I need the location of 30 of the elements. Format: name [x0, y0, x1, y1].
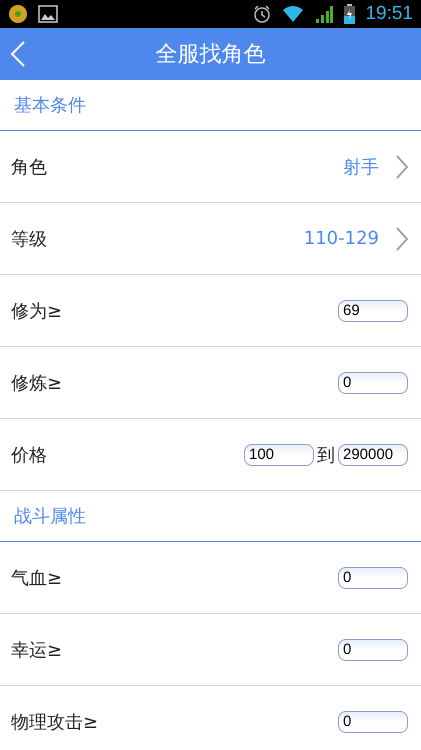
- page-title: 全服找角色: [156, 41, 266, 69]
- wifi-icon: [282, 5, 304, 23]
- range-separator: 到: [317, 444, 335, 466]
- number-field[interactable]: 0: [338, 638, 408, 660]
- clock-time: 19:51: [365, 3, 413, 25]
- battery-icon: [344, 4, 356, 24]
- chevron-icon: [396, 226, 408, 250]
- field-label: 等级: [11, 228, 48, 250]
- signal-icon: [314, 4, 334, 24]
- selected-value: 射手: [343, 156, 379, 178]
- number-field[interactable]: 0: [338, 566, 408, 588]
- field-label: 修炼≥: [11, 372, 64, 394]
- field-label: 幸运≥: [11, 638, 64, 662]
- field-label: 修为≥: [11, 300, 64, 322]
- field-label: 价格: [11, 444, 48, 466]
- field-label: 气血≥: [11, 566, 64, 590]
- section-title: 基本条件: [14, 94, 86, 117]
- image-icon: [38, 5, 58, 23]
- app-icon: [8, 4, 28, 24]
- selected-value: 110-129: [304, 228, 379, 249]
- alarm-icon: [252, 4, 272, 24]
- min-field[interactable]: 100: [244, 444, 314, 466]
- max-field[interactable]: 290000: [338, 444, 408, 466]
- field-label: 角色: [11, 156, 48, 178]
- number-field[interactable]: 0: [338, 710, 408, 732]
- number-field[interactable]: 69: [338, 300, 408, 322]
- section-title: 战斗属性: [14, 505, 86, 528]
- field-label: 物理攻击≥: [11, 710, 100, 734]
- number-field[interactable]: 0: [338, 372, 408, 394]
- chevron-icon: [396, 154, 408, 178]
